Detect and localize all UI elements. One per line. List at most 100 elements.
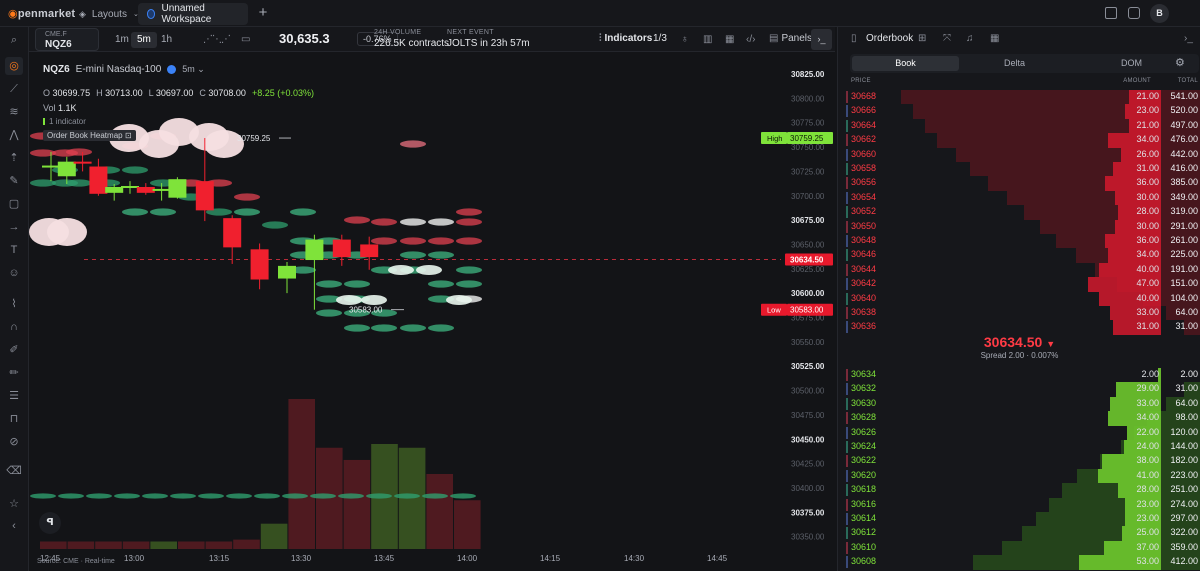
bid-row[interactable]: 30614 23.00 297.00 (838, 512, 1200, 527)
liquidity-cell (428, 218, 454, 226)
chart-area[interactable]: 30759.25 30583.00 30825.00 30800.00 30775.00… (29, 52, 835, 571)
rectangle-icon[interactable]: ▢ (5, 195, 23, 213)
ask-row[interactable]: 30652 28.00 319.00 (838, 205, 1200, 220)
calendar-icon[interactable]: ▦ (725, 34, 734, 45)
trend-line-icon[interactable]: ⟋ (5, 80, 23, 98)
tab-workspace[interactable]: Unnamed Workspace (138, 3, 248, 25)
bid-row[interactable]: 30610 37.00 359.00 (838, 540, 1200, 556)
lock-icon[interactable]: ⊓ (5, 410, 23, 428)
bell-icon[interactable]: ♫ (966, 33, 974, 44)
avatar[interactable]: B (1150, 4, 1169, 23)
liquidity-band (58, 493, 84, 499)
legend-symbol[interactable]: NQZ6 (43, 64, 70, 75)
tab-book[interactable]: Book (852, 56, 959, 71)
bid-total: 297.00 (1170, 513, 1198, 523)
tab-delta[interactable]: Delta (961, 56, 1068, 71)
code-icon[interactable]: ‹/› (746, 34, 755, 45)
indicator-count[interactable]: 1 indicator (43, 117, 86, 126)
y-tick-label: 30725.00 (791, 167, 825, 176)
bar-chart-icon[interactable]: ▥ (703, 34, 712, 45)
indicators-button[interactable]: ⫶ Indicators (599, 33, 652, 44)
bid-row[interactable]: 30620 41.00 223.00 (838, 468, 1200, 484)
star-icon[interactable]: ☆ (5, 495, 23, 513)
text-icon[interactable]: T (5, 241, 23, 259)
tab-dom[interactable]: DOM (1078, 56, 1185, 71)
bid-row[interactable]: 30624 24.00 144.00 (838, 440, 1200, 455)
new-tab-button[interactable]: + (254, 4, 272, 22)
prediction-icon[interactable]: ⇡ (5, 149, 23, 167)
ask-row[interactable]: 30640 40.00 104.00 (838, 291, 1200, 306)
ask-price: 30648 (851, 235, 877, 245)
bid-row[interactable]: 30628 34.00 98.00 (838, 411, 1200, 426)
chart-type-icon[interactable]: ⋰⋱⋰ (203, 34, 231, 45)
ask-row[interactable]: 30654 30.00 349.00 (838, 190, 1200, 206)
ask-row[interactable]: 30666 23.00 520.00 (838, 104, 1200, 119)
ask-total: 291.00 (1170, 220, 1198, 231)
legend-timeframe[interactable]: 5m ⌄ (182, 64, 205, 75)
ask-row[interactable]: 30642 47.00 151.00 (838, 277, 1200, 292)
ask-row[interactable]: 30646 34.00 225.00 (838, 248, 1200, 263)
timeframe-1h[interactable]: 1h (155, 32, 178, 48)
next-event-stat[interactable]: NEXT EVENT JOLTS in 23h 57m (447, 29, 530, 49)
layout-icon[interactable]: ▭ (241, 34, 250, 45)
indicators-icon: ⫶ (599, 33, 602, 44)
bid-row[interactable]: 30632 29.00 31.00 (838, 382, 1200, 397)
ask-row[interactable]: 30644 40.00 191.00 (838, 262, 1200, 278)
hide-icon[interactable]: ⊘ (5, 433, 23, 451)
pen-icon[interactable]: ✐ (5, 341, 23, 359)
magnet-icon[interactable]: ∩ (5, 318, 23, 336)
ask-row[interactable]: 30650 30.00 291.00 (838, 219, 1200, 234)
y-tick-label: 30700.00 (791, 192, 825, 201)
expand-icon[interactable]: ⤧ (943, 33, 951, 44)
heatmap-indicator-badge[interactable]: Order Book Heatmap ⊡ (43, 130, 136, 141)
arrow-icon[interactable]: → (5, 218, 23, 236)
ask-row[interactable]: 30636 31.00 31.00 (838, 320, 1200, 335)
collapse-icon[interactable]: ‹ (5, 517, 23, 535)
bid-row[interactable]: 30618 28.00 251.00 (838, 483, 1200, 498)
pencil-icon[interactable]: ✏ (5, 364, 23, 382)
ask-row[interactable]: 30668 21.00 541.00 (838, 90, 1200, 105)
ask-row[interactable]: 30658 31.00 416.00 (838, 162, 1200, 177)
tab-layouts[interactable]: ◈ Layouts ⌄ (70, 3, 139, 25)
sliders-icon[interactable]: ☰ (5, 387, 23, 405)
terminal-icon[interactable]: ›_ (811, 29, 832, 50)
chat-icon[interactable] (1105, 7, 1117, 19)
bid-row[interactable]: 30612 25.00 322.00 (838, 526, 1200, 541)
gear-icon[interactable]: ⚙ (1175, 56, 1185, 69)
bid-row[interactable]: 30622 38.00 182.00 (838, 454, 1200, 469)
trash-icon[interactable]: ⌫ (5, 462, 23, 480)
bid-row[interactable]: 30634 2.00 2.00 (838, 368, 1200, 383)
fib-icon[interactable]: ≋ (5, 103, 23, 121)
bid-row[interactable]: 30630 33.00 64.00 (838, 396, 1200, 412)
close-icon[interactable]: ›_ (1184, 33, 1193, 44)
chart-canvas[interactable]: 30759.25 30583.00 30825.00 30800.00 30775.00… (29, 52, 835, 571)
panels-button[interactable]: ▤ Panels (769, 33, 812, 44)
bid-amount: 29.00 (1136, 383, 1159, 394)
ask-row[interactable]: 30648 36.00 261.00 (838, 234, 1200, 249)
timeframe-5m[interactable]: 5m (131, 32, 157, 48)
grid-icon[interactable]: ⊞ (918, 33, 926, 44)
app-logo[interactable]: ◉penmarket (8, 7, 75, 20)
ask-price: 30640 (851, 292, 877, 303)
ask-row[interactable]: 30638 33.00 64.00 (838, 306, 1200, 321)
ask-row[interactable]: 30656 36.00 385.00 (838, 176, 1200, 191)
x-tick-label: 14:45 (707, 554, 728, 563)
camera-icon[interactable] (1128, 7, 1140, 19)
candle-body (360, 244, 379, 258)
calendar-icon[interactable]: ▦ (990, 33, 999, 44)
brush-icon[interactable]: ✎ (5, 172, 23, 190)
ruler-icon[interactable]: ⌇ (5, 295, 23, 313)
bid-row[interactable]: 30608 53.00 412.00 (838, 555, 1200, 570)
search-symbol-icon[interactable]: ⌕ (5, 31, 23, 49)
emoji-icon[interactable]: ☺ (5, 264, 23, 282)
ask-row[interactable]: 30660 26.00 442.00 (838, 147, 1200, 162)
symbol-selector[interactable]: CME.F NQZ6 (35, 28, 99, 51)
bid-row[interactable]: 30616 23.00 274.00 (838, 497, 1200, 512)
pattern-icon[interactable]: ⋀ (5, 126, 23, 144)
bid-price: 30618 (851, 484, 877, 495)
ask-row[interactable]: 30664 21.00 497.00 (838, 118, 1200, 134)
crosshair-icon[interactable]: ◎ (5, 57, 23, 75)
bid-row[interactable]: 30626 22.00 120.00 (838, 425, 1200, 440)
ask-row[interactable]: 30662 34.00 476.00 (838, 133, 1200, 148)
alert-icon[interactable]: ♁ (681, 34, 689, 45)
